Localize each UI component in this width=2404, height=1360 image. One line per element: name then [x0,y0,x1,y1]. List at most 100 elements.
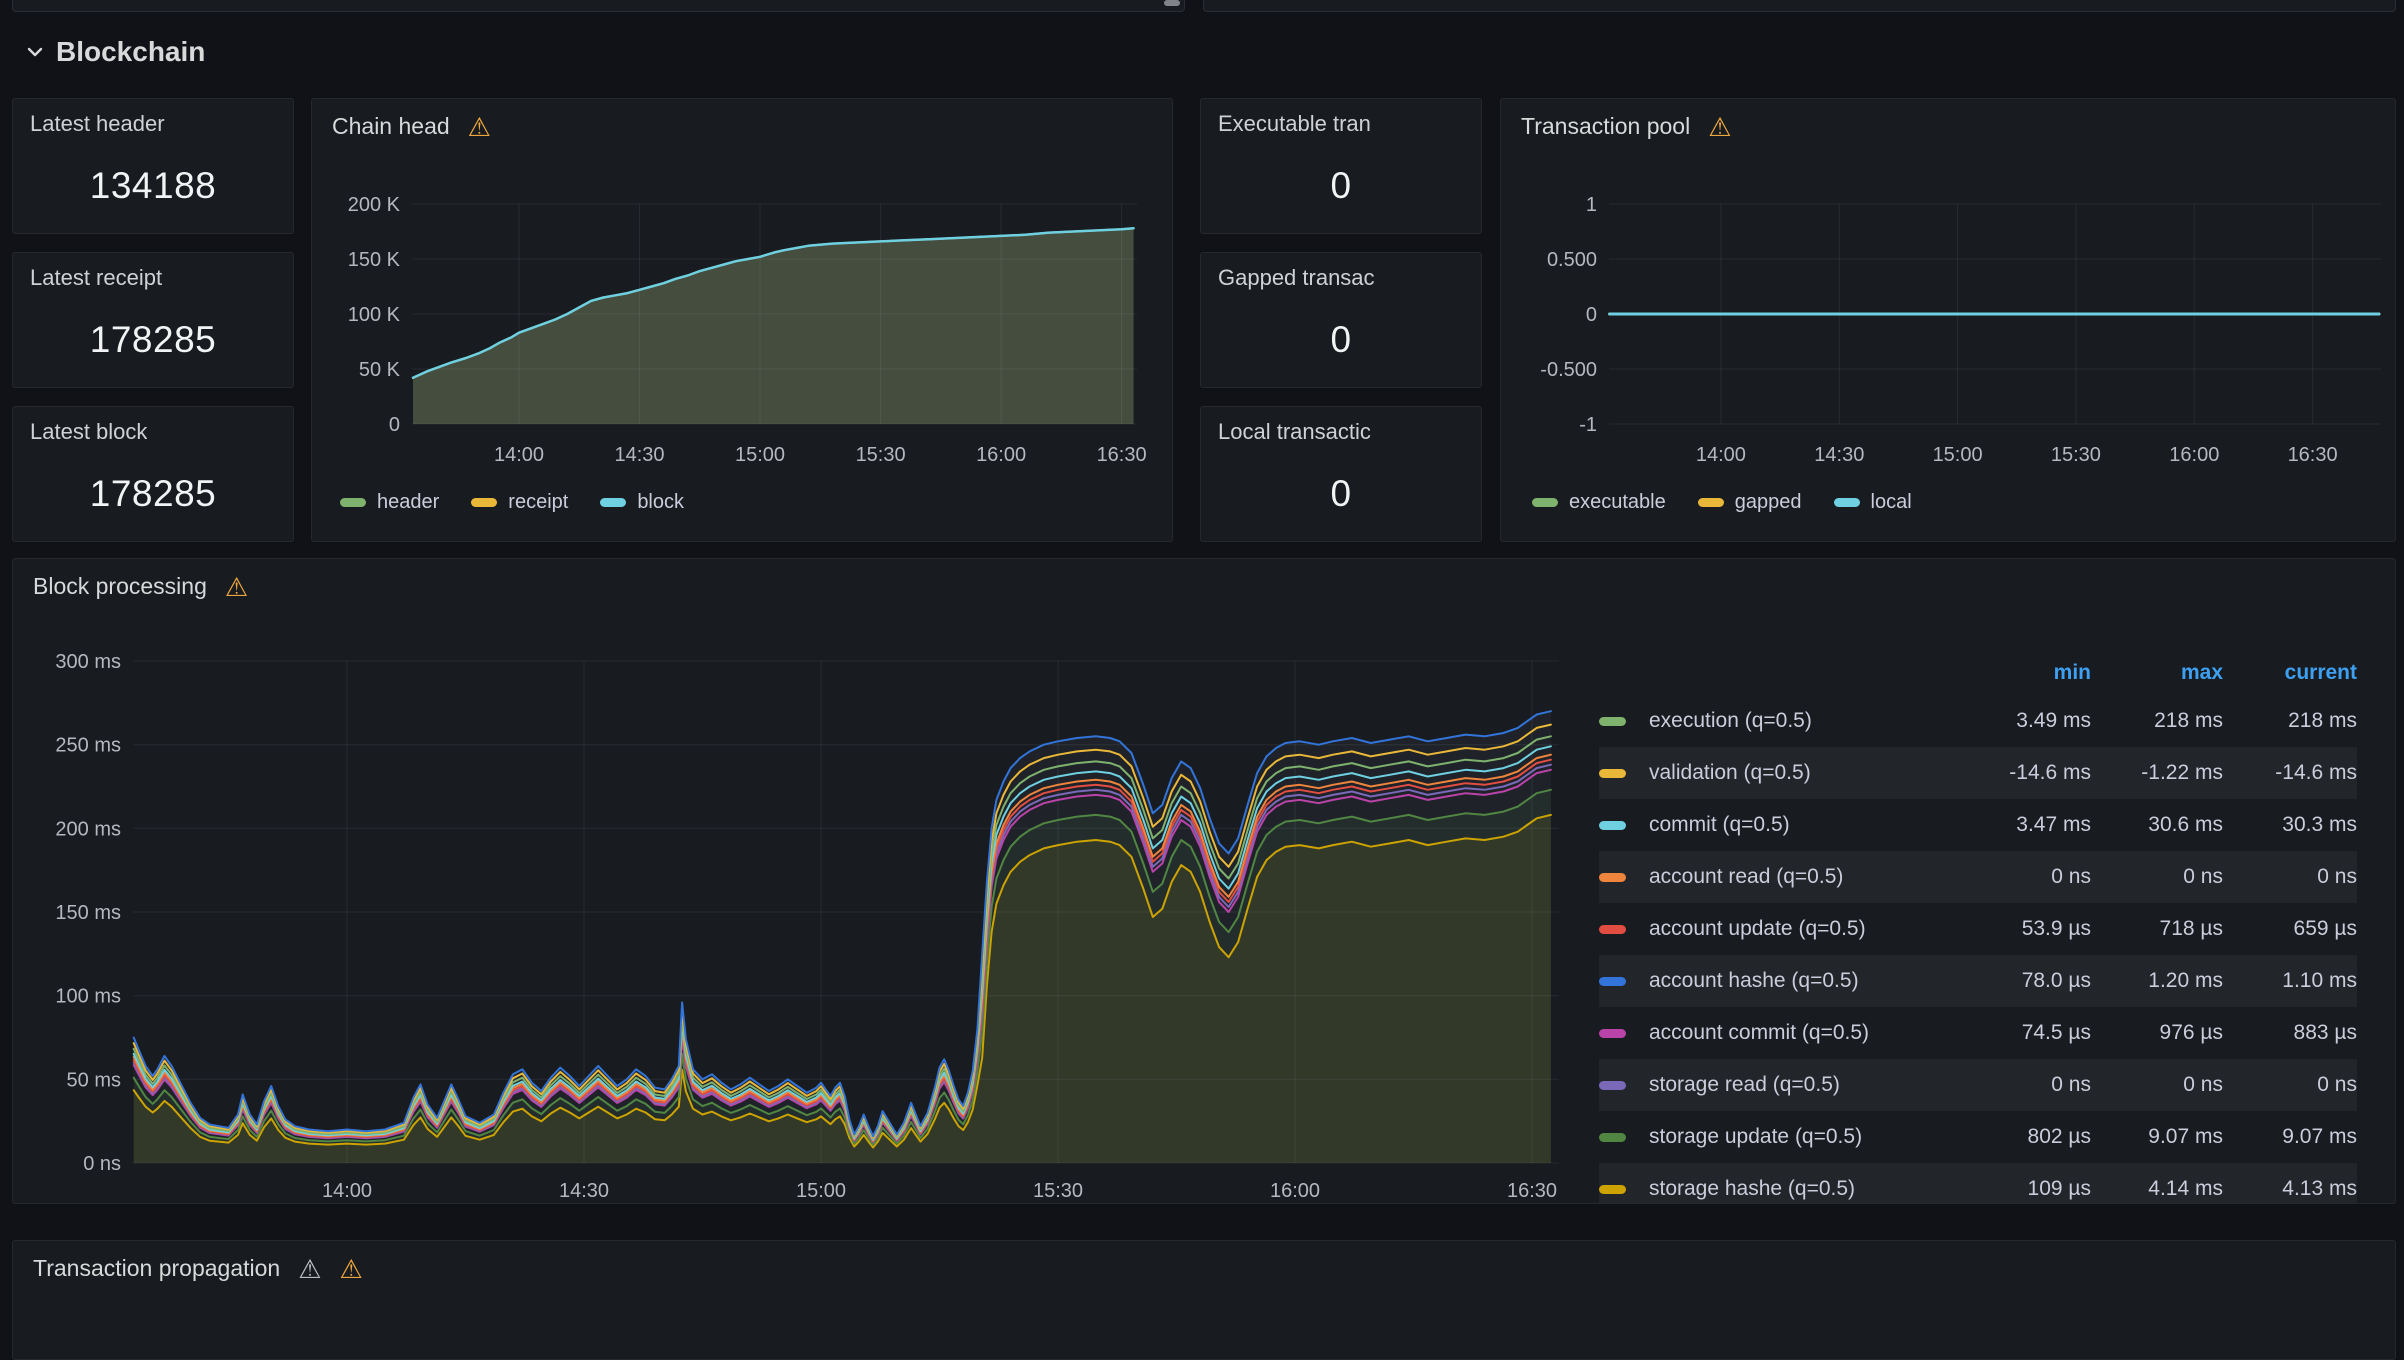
series-current: 9.07 ms [2223,1125,2357,1149]
series-color-swatch [1599,873,1649,882]
stat-panel-latest-receipt: Latest receipt 178285 [12,252,294,388]
scrollbar-thumb[interactable] [1164,0,1180,6]
legend-table-row[interactable]: account hashe (q=0.5)78.0 µs1.20 ms1.10 … [1599,955,2357,1007]
cutoff-panel-top-right [1203,0,2396,12]
series-color-swatch [1599,1185,1649,1194]
series-label: commit (q=0.5) [1649,813,1967,837]
legend-table-header: minmaxcurrent [1599,651,2357,695]
svg-text:1: 1 [1586,194,1597,216]
series-max: 0 ns [2091,1073,2223,1097]
legend-table-row[interactable]: commit (q=0.5)3.47 ms30.6 ms30.3 ms [1599,799,2357,851]
svg-text:150 K: 150 K [348,249,401,271]
series-color-swatch [1599,1029,1649,1038]
svg-text:16:00: 16:00 [1270,1180,1320,1202]
series-max: 0 ns [2091,865,2223,889]
stat-value: 0 [1201,455,1481,533]
stat-value: 134188 [13,147,293,225]
series-max: -1.22 ms [2091,761,2223,785]
svg-text:14:00: 14:00 [1696,444,1746,466]
panel-title-text: Transaction propagation [33,1255,280,1283]
svg-text:300 ms: 300 ms [55,651,121,673]
series-min: 109 µs [1967,1177,2091,1201]
svg-text:15:30: 15:30 [2051,444,2101,466]
section-title: Blockchain [56,36,205,68]
svg-text:0 ns: 0 ns [83,1153,121,1175]
stat-panel-local-transactions: Local transactic 0 [1200,406,1482,542]
stat-value: 178285 [13,455,293,533]
series-color-swatch [1599,769,1649,778]
svg-text:0: 0 [1586,304,1597,326]
series-color-swatch [1698,498,1724,507]
chain-head-chart[interactable]: 200 K150 K100 K50 K014:0014:3015:0015:30… [312,99,1172,541]
svg-text:-1: -1 [1579,414,1597,436]
legend-item[interactable]: block [600,491,684,514]
series-min: 0 ns [1967,865,2091,889]
svg-text:14:30: 14:30 [1814,444,1864,466]
series-color-swatch [1599,977,1649,986]
legend-item[interactable]: header [340,491,439,514]
warning-icon-gray[interactable]: ⚠ [298,1256,321,1282]
legend-item[interactable]: gapped [1698,491,1802,514]
transaction-pool-chart[interactable]: 10.5000-0.500-114:0014:3015:0015:3016:00… [1501,99,2395,541]
legend-table-row[interactable]: account commit (q=0.5)74.5 µs976 µs883 µ… [1599,1007,2357,1059]
svg-text:14:00: 14:00 [322,1180,372,1202]
stat-value: 0 [1201,301,1481,379]
series-min: -14.6 ms [1967,761,2091,785]
legend-item[interactable]: executable [1532,491,1666,514]
legend-table-row[interactable]: storage update (q=0.5)802 µs9.07 ms9.07 … [1599,1111,2357,1163]
series-color-swatch [1599,1133,1649,1142]
panel-block-processing: Block processing ⚠ 300 ms250 ms200 ms150… [12,558,2396,1204]
legend-table-row[interactable]: validation (q=0.5)-14.6 ms-1.22 ms-14.6 … [1599,747,2357,799]
series-min: 3.47 ms [1967,813,2091,837]
legend-item[interactable]: receipt [471,491,568,514]
series-min: 3.49 ms [1967,709,2091,733]
series-current: 4.13 ms [2223,1177,2357,1201]
svg-text:-0.500: -0.500 [1540,359,1597,381]
stat-title: Latest block [30,419,147,445]
series-color-swatch [1599,821,1649,830]
svg-text:100 ms: 100 ms [55,986,121,1008]
svg-text:16:00: 16:00 [976,444,1026,466]
series-label: validation (q=0.5) [1649,761,1967,785]
svg-text:0.500: 0.500 [1547,249,1597,271]
legend-table-row[interactable]: account update (q=0.5)53.9 µs718 µs659 µ… [1599,903,2357,955]
legend-table-row[interactable]: storage read (q=0.5)0 ns0 ns0 ns [1599,1059,2357,1111]
series-max: 218 ms [2091,709,2223,733]
series-label: storage update (q=0.5) [1649,1125,1967,1149]
svg-text:15:00: 15:00 [796,1180,846,1202]
section-header-blockchain[interactable]: Blockchain [26,36,205,68]
warning-icon[interactable]: ⚠ [340,1256,363,1282]
series-color-swatch [1599,1081,1649,1090]
legend-column-current[interactable]: current [2223,661,2357,685]
legend-table-row[interactable]: execution (q=0.5)3.49 ms218 ms218 ms [1599,695,2357,747]
series-max: 976 µs [2091,1021,2223,1045]
series-min: 74.5 µs [1967,1021,2091,1045]
svg-text:15:00: 15:00 [735,444,785,466]
panel-title: Transaction propagation ⚠ ⚠ [33,1255,363,1283]
stat-panel-latest-block: Latest block 178285 [12,406,294,542]
series-label: account commit (q=0.5) [1649,1021,1967,1045]
series-color-swatch [340,498,366,507]
svg-text:16:30: 16:30 [2288,444,2338,466]
svg-text:16:30: 16:30 [1507,1180,1557,1202]
legend-item[interactable]: local [1834,491,1912,514]
series-label: account hashe (q=0.5) [1649,969,1967,993]
svg-text:15:00: 15:00 [1933,444,1983,466]
series-color-swatch [471,498,497,507]
svg-text:14:30: 14:30 [559,1180,609,1202]
stat-panel-latest-header: Latest header 134188 [12,98,294,234]
series-current: 0 ns [2223,1073,2357,1097]
legend-column-min[interactable]: min [1967,661,2091,685]
svg-text:16:30: 16:30 [1097,444,1147,466]
panel-chain-head: Chain head ⚠ 200 K150 K100 K50 K014:0014… [311,98,1173,542]
legend-column-max[interactable]: max [2091,661,2223,685]
series-color-swatch [600,498,626,507]
series-current: 883 µs [2223,1021,2357,1045]
svg-text:250 ms: 250 ms [55,735,121,757]
series-color-swatch [1599,925,1649,934]
dashboard: { "section": { "title": "Blockchain" }, … [0,0,2404,1282]
legend-table-row[interactable]: storage hashe (q=0.5)109 µs4.14 ms4.13 m… [1599,1163,2357,1203]
legend-table-row[interactable]: account read (q=0.5)0 ns0 ns0 ns [1599,851,2357,903]
series-label: storage hashe (q=0.5) [1649,1177,1967,1201]
series-max: 9.07 ms [2091,1125,2223,1149]
